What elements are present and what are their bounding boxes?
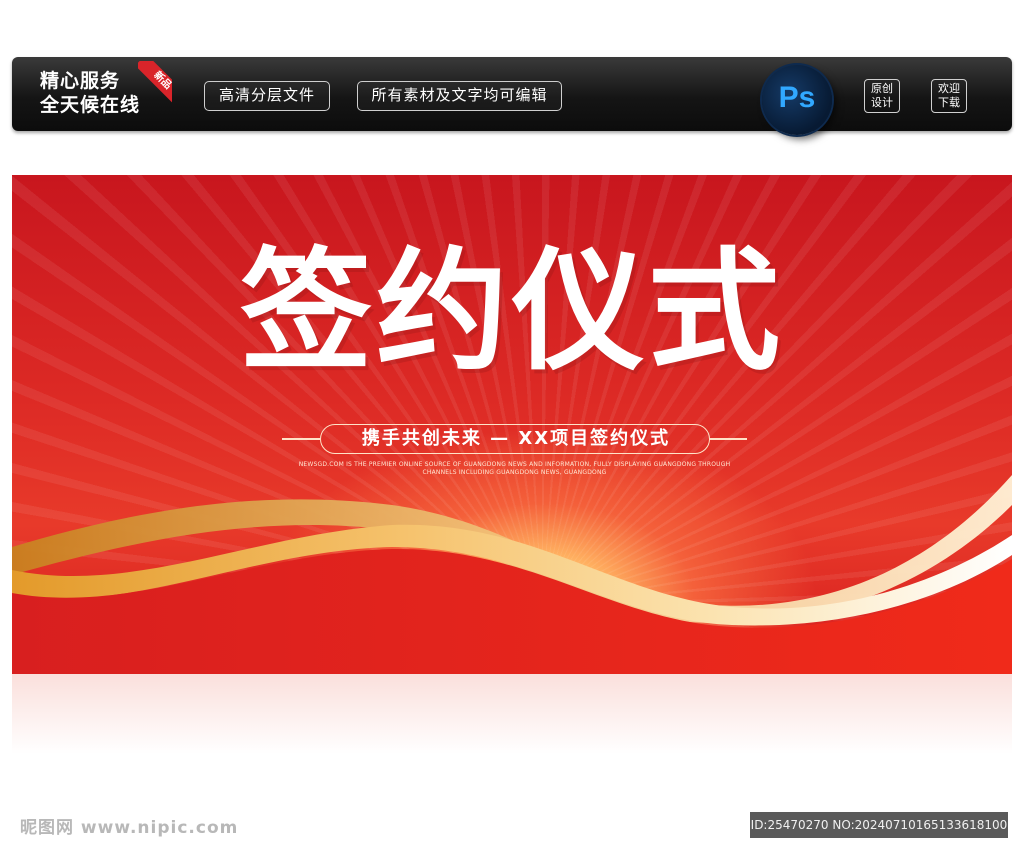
banner-title: 签约仪式 (240, 234, 784, 389)
welcome-download-badge: 欢迎 下载 (931, 79, 967, 113)
photoshop-label: Ps (778, 81, 816, 114)
english-caption: NEWSGD.COM IS THE PREMIER ONLINE SOURCE … (282, 461, 747, 477)
english-line-1: NEWSGD.COM IS THE PREMIER ONLINE SOURCE … (298, 461, 731, 468)
service-slogan: 精心服务 全天候在线 (40, 69, 140, 117)
feature-header-bar: 精心服务 全天候在线 新品 高清分层文件 所有素材及文字均可编辑 Ps 原创 设… (12, 57, 1012, 135)
all-editable-tag: 所有素材及文字均可编辑 (357, 81, 562, 111)
subtitle-right-line (709, 438, 747, 440)
new-ribbon-badge: 新品 (138, 61, 172, 105)
hd-layered-file-tag: 高清分层文件 (204, 81, 330, 111)
banner-subtitle: 携手共创未来 — XX项目签约仪式 (361, 428, 671, 449)
site-watermark: 昵图网 www.nipic.com (20, 818, 239, 838)
ribbon-label: 新品 (138, 61, 172, 105)
banner-reflection (12, 674, 1012, 774)
badge-download-line1: 欢迎 (938, 82, 960, 95)
poster-page: 精心服务 全天候在线 新品 高清分层文件 所有素材及文字均可编辑 Ps 原创 设… (0, 0, 1024, 853)
english-line-2: CHANNELS INCLUDING GUANGDONG NEWS, GUANG… (422, 469, 607, 476)
slogan-line-1: 精心服务 (40, 70, 121, 92)
subtitle-left-line (282, 438, 320, 440)
badge-original-line2: 设计 (871, 96, 893, 109)
subtitle-frame: 携手共创未来 — XX项目签约仪式 (320, 424, 710, 454)
badge-original-line1: 原创 (871, 82, 893, 95)
subtitle-row: 携手共创未来 — XX项目签约仪式 (282, 421, 747, 457)
signing-ceremony-banner: 签约仪式 携手共创未来 — XX项目签约仪式 NEWSGD.COM IS THE… (12, 175, 1012, 674)
photoshop-icon: Ps (762, 65, 832, 135)
slogan-line-2: 全天候在线 (40, 94, 141, 116)
image-id-bar: ID:25470270 NO:20240710165133618100 (750, 812, 1008, 838)
original-design-badge: 原创 设计 (864, 79, 900, 113)
badge-download-line2: 下载 (938, 96, 960, 109)
